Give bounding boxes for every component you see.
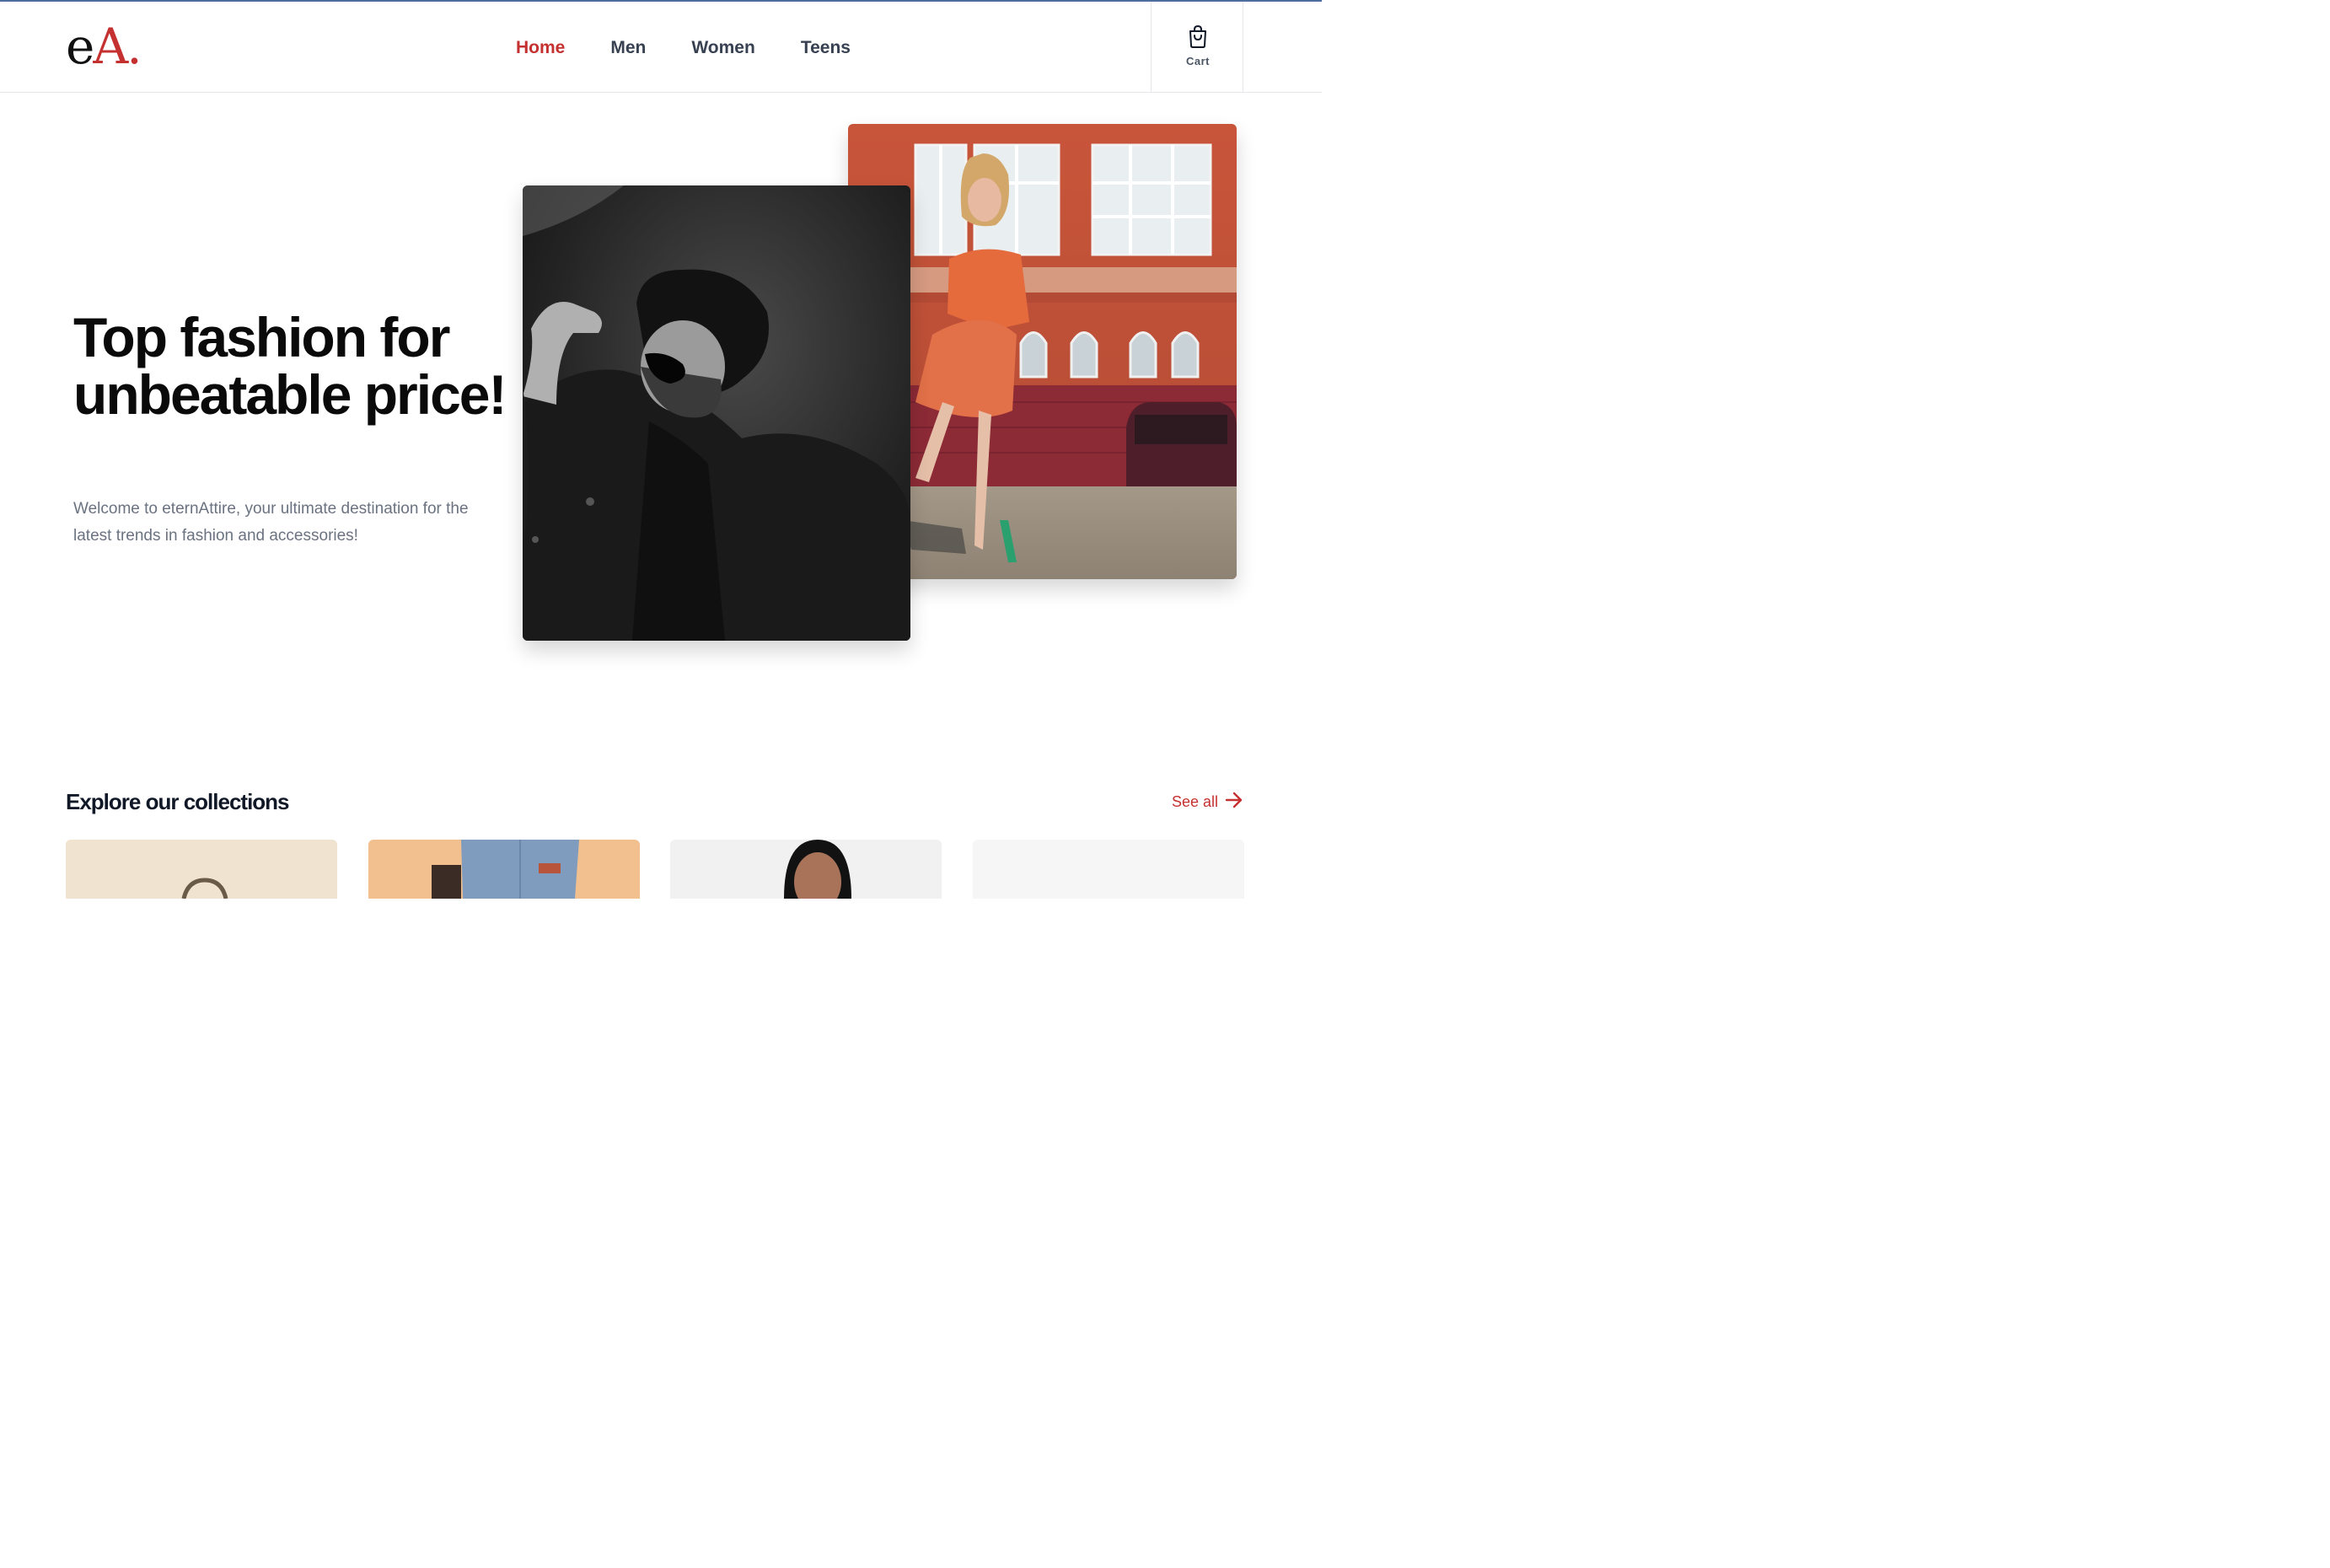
collection-card-bag[interactable] — [66, 840, 337, 899]
nav-link-men[interactable]: Men — [610, 38, 646, 58]
main-nav: Home Men Women Teens — [516, 34, 896, 62]
logo-letter-e: e — [66, 18, 94, 75]
site-header: eA. Home Men Women Teens Cart — [0, 2, 1322, 93]
collection-card-empty[interactable] — [973, 840, 1244, 899]
collections-title: Explore our collections — [66, 789, 290, 814]
nav-link-home[interactable]: Home — [516, 38, 565, 58]
see-all-link[interactable]: See all — [1172, 789, 1243, 814]
collection-card-portrait[interactable] — [670, 840, 942, 899]
cart-button[interactable]: Cart — [1151, 2, 1243, 93]
hero-subtitle: Welcome to eternAttire, your ultimate de… — [73, 500, 469, 545]
shopping-bag-icon — [1187, 24, 1209, 52]
brand-logo[interactable]: eA. — [66, 17, 142, 76]
hero-image-man — [523, 185, 910, 641]
collection-card-jeans[interactable] — [368, 840, 640, 899]
hero-title: Top fashion for unbeatable price! — [73, 306, 507, 426]
nav-link-teens[interactable]: Teens — [801, 38, 851, 58]
nav-link-women[interactable]: Women — [691, 38, 754, 58]
cart-label: Cart — [1185, 55, 1210, 67]
logo-dot: . — [126, 18, 142, 75]
see-all-label: See all — [1172, 792, 1219, 810]
logo-letter-a: A — [93, 18, 128, 75]
arrow-right-icon — [1225, 792, 1243, 813]
